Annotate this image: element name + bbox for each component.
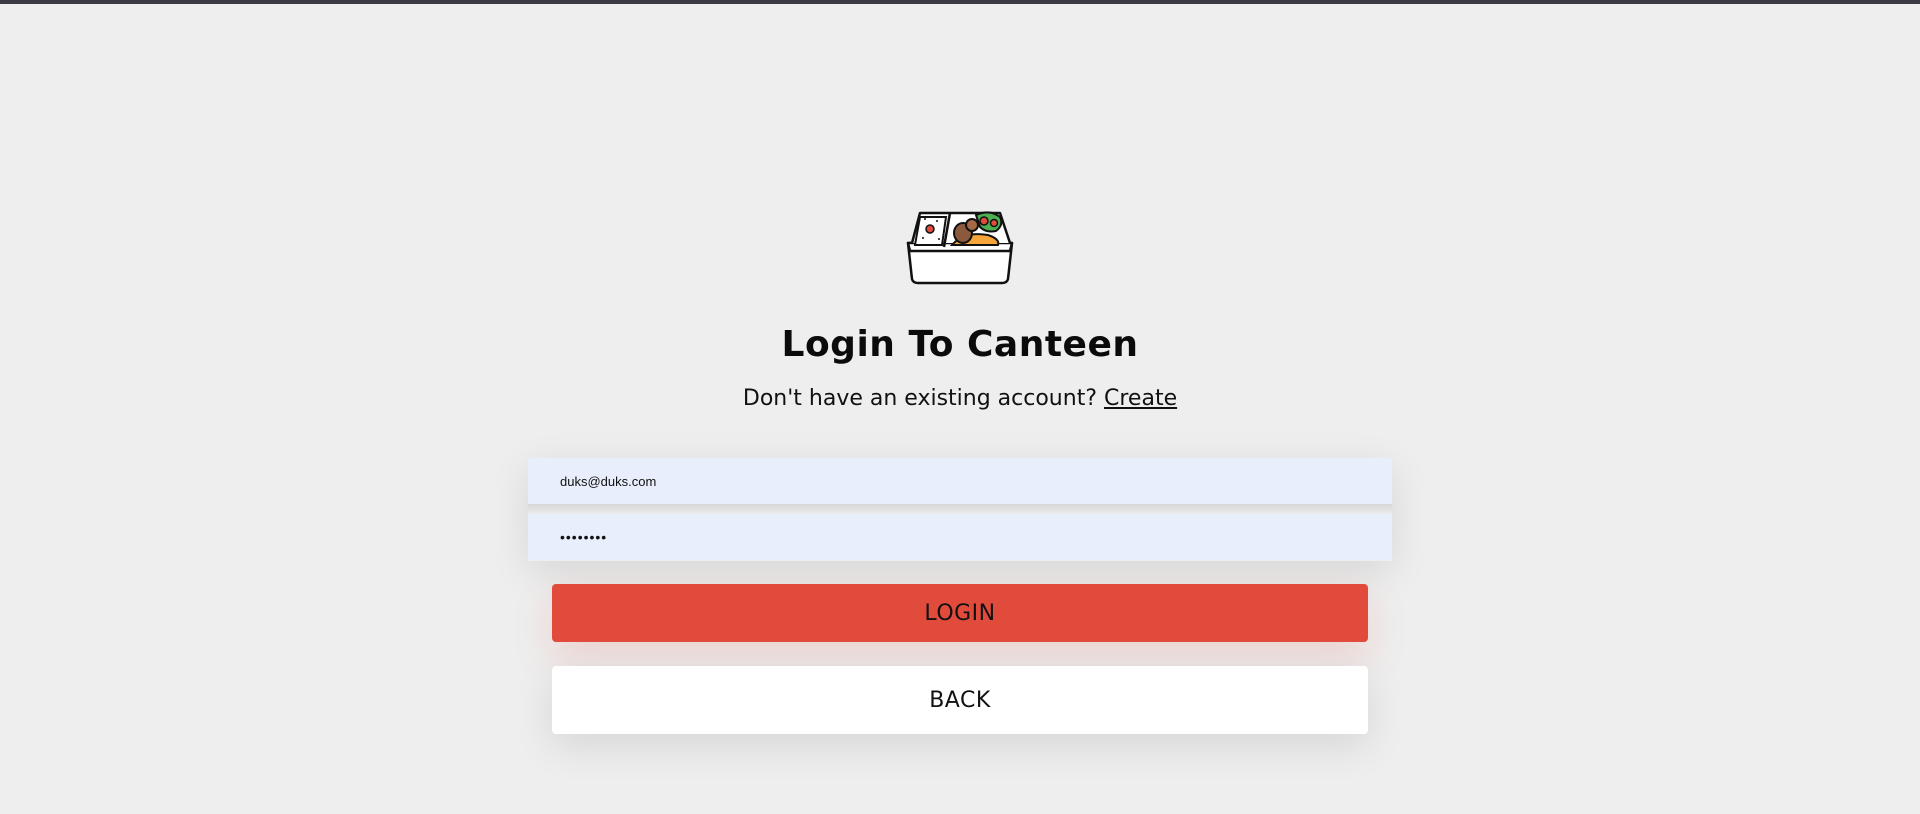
login-page: Login To Canteen Don't have an existing … [0,0,1920,814]
back-button[interactable]: BACK [552,666,1368,734]
login-button[interactable]: LOGIN [552,584,1368,642]
bento-box-icon [906,211,1014,285]
signup-prompt-text: Don't have an existing account? [742,386,1097,411]
field-divider [528,504,1392,514]
page-title: Login To Canteen [781,324,1139,365]
browser-top-bar [0,0,1920,4]
password-field[interactable] [528,514,1392,560]
signup-prompt: Don't have an existing account? Create [0,386,1920,411]
create-account-link[interactable]: Create [1104,386,1177,411]
login-form [528,458,1392,561]
email-field[interactable] [528,458,1392,504]
